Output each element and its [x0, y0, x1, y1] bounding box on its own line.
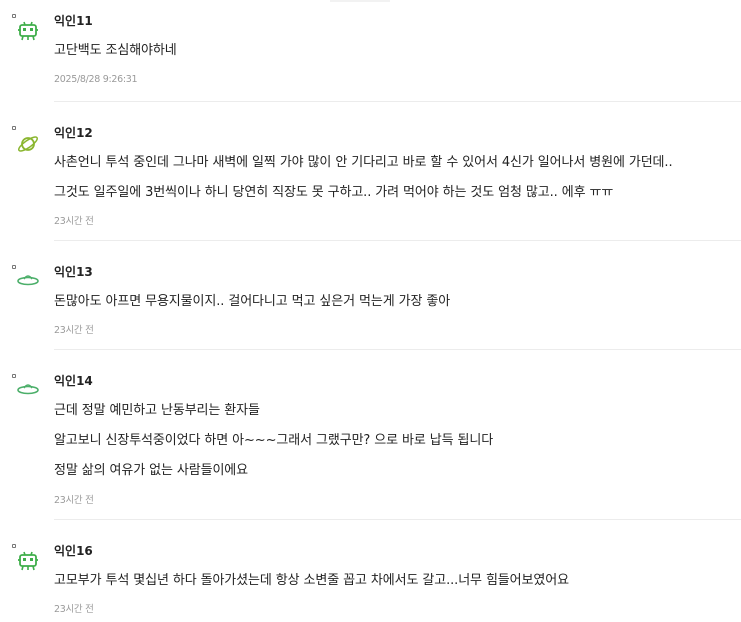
comment-nickname[interactable]: 익인12 [54, 124, 93, 141]
avatar[interactable] [10, 374, 44, 404]
comment-text: 돈많아도 아프면 무용지물이지.. 걸어다니고 먹고 싶은거 먹는게 가장 좋아 [54, 294, 451, 309]
comment-nickname[interactable]: 익인11 [54, 12, 93, 29]
avatar-badge-dot [12, 374, 16, 378]
comment-timestamp: 2025/8/28 9:26:31 [54, 74, 138, 85]
avatar[interactable] [10, 265, 44, 295]
comment-timestamp: 23시간 전 [54, 495, 94, 506]
avatar-badge-dot [12, 265, 16, 269]
avatar[interactable] [10, 126, 44, 156]
comment-text: 고단백도 조심해야하네 [54, 43, 177, 58]
comment-text: 사촌언니 투석 중인데 그나마 새벽에 일찍 가야 많이 안 기다리고 바로 할… [54, 155, 673, 170]
comment-text: 고모부가 투석 몇십년 하다 돌아가셨는데 항상 소변줄 꼽고 차에서도 갈고.… [54, 573, 569, 588]
comment-nickname[interactable]: 익인13 [54, 263, 93, 280]
comment-text: 정말 삶의 여유가 없는 사람들이에요 [54, 463, 249, 478]
comment-text: 알고보니 신장투석중이었다 하면 아~~~그래서 그랬구만? 으로 바로 납득 … [54, 433, 494, 448]
comment-divider [54, 519, 741, 520]
comment-text: 그것도 일주일에 3번씩이나 하니 당연히 직장도 못 구하고.. 가려 먹어야… [54, 185, 614, 200]
avatar-badge-dot [12, 544, 16, 548]
comment-timestamp: 23시간 전 [54, 604, 94, 615]
top-fade [330, 0, 390, 2]
comment-timestamp: 23시간 전 [54, 216, 94, 227]
comment-timestamp: 23시간 전 [54, 325, 94, 336]
avatar-badge-dot [12, 14, 16, 18]
avatar[interactable] [10, 14, 44, 44]
comment-divider [54, 349, 741, 350]
comment-nickname[interactable]: 익인16 [54, 542, 93, 559]
comment-divider [54, 101, 741, 102]
comment-text: 근데 정말 예민하고 난동부리는 환자들 [54, 403, 260, 418]
avatar-badge-dot [12, 126, 16, 130]
comment-nickname[interactable]: 익인14 [54, 372, 93, 389]
avatar[interactable] [10, 544, 44, 574]
comment-divider [54, 240, 741, 241]
